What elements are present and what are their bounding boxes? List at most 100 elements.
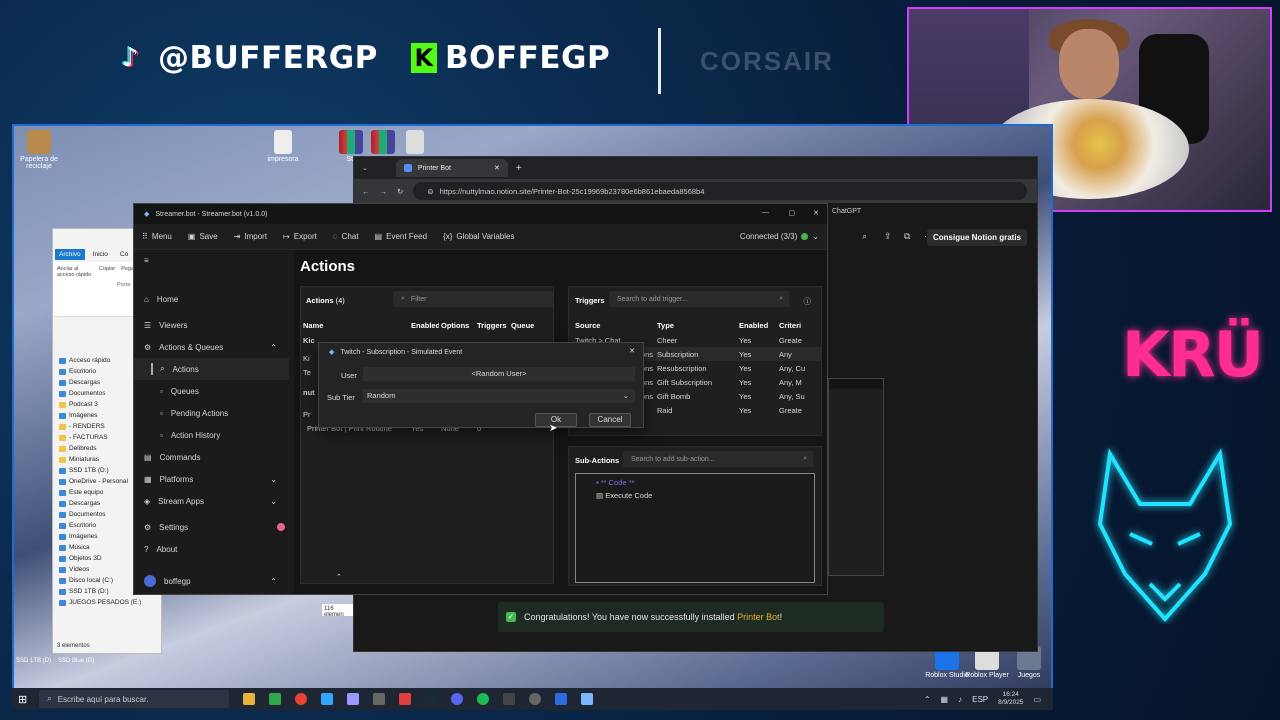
column-header[interactable]: Name xyxy=(301,321,409,330)
column-header[interactable]: Source xyxy=(575,321,657,330)
nav-item-home[interactable]: ⌂ Home xyxy=(134,288,289,310)
sub-tier-select[interactable]: Random ⌄ xyxy=(363,389,635,403)
volume-icon[interactable]: ♪ xyxy=(958,695,962,704)
maximize-icon[interactable]: ▢ xyxy=(788,209,795,217)
nav-item-settings[interactable]: ⚙ Settings xyxy=(134,516,289,538)
streamerbot-shortcut[interactable] xyxy=(390,130,440,156)
export-button[interactable]: ↦ Export xyxy=(283,232,317,241)
network-icon[interactable]: ▦ xyxy=(941,695,949,704)
import-button[interactable]: ⇥ Import xyxy=(234,232,267,241)
steam-icon[interactable] xyxy=(425,693,438,705)
close-icon[interactable]: ✕ xyxy=(813,209,819,217)
chat-button[interactable]: ◌ Chat xyxy=(333,232,359,241)
column-header[interactable]: Criteri xyxy=(779,321,819,330)
reload-icon[interactable]: ↻ xyxy=(397,187,403,196)
xbox-icon[interactable] xyxy=(269,693,282,705)
tray-chevron-icon[interactable]: ⌃ xyxy=(924,695,931,704)
nav-item-actions-queues[interactable]: ⚙ Actions & Queues ⌃ xyxy=(134,336,289,358)
nav-item-pending-actions[interactable]: ▫ Pending Actions xyxy=(134,402,289,424)
explorer-tab-file[interactable]: Archivo xyxy=(55,249,85,260)
explorer-nav-item[interactable]: JUEGOS PESADOS (E:) xyxy=(53,597,161,608)
file-explorer-icon[interactable] xyxy=(243,693,256,705)
language-indicator[interactable]: ESP xyxy=(972,695,988,704)
nav-item-commands[interactable]: ▤ Commands xyxy=(134,446,289,468)
close-icon[interactable]: ✕ xyxy=(629,347,635,355)
tiktok-handle: ♪ @BUFFERGP xyxy=(122,40,378,76)
url-bar[interactable]: ⊜ https://nuttylmao.notion.site/Printer-… xyxy=(413,182,1027,200)
search-icon: ⌕ xyxy=(47,694,52,703)
spotify-icon[interactable] xyxy=(477,693,490,705)
duplicate-icon[interactable]: ⧉ xyxy=(904,231,910,242)
chrome-icon[interactable] xyxy=(295,693,308,705)
printer-bot-link[interactable]: Printer Bot xyxy=(737,612,780,622)
column-header[interactable]: Enabled xyxy=(409,321,439,330)
column-header[interactable]: Type xyxy=(657,321,739,330)
column-header[interactable]: Enabled xyxy=(739,321,779,330)
subaction-search-input[interactable]: Search to add sub-action... ⌕ xyxy=(623,451,813,467)
capcut-icon[interactable] xyxy=(373,693,386,705)
pin-quick-access-button[interactable]: Anclar al acceso rápido xyxy=(57,266,93,278)
app-icon-blue[interactable] xyxy=(555,693,568,705)
simulated-event-dialog: ◆ Twitch - Subscription - Simulated Even… xyxy=(318,342,644,428)
close-tab-icon[interactable]: ✕ xyxy=(494,164,500,172)
app-icon-gray[interactable] xyxy=(529,693,542,705)
global-variables-button[interactable]: {x} Global Variables xyxy=(443,232,514,241)
notifications-icon[interactable]: ▭ xyxy=(1033,695,1041,704)
windows-start-icon[interactable]: ⊞ xyxy=(18,693,27,706)
column-header[interactable]: Queue xyxy=(509,321,539,330)
connection-status[interactable]: Connected (3/3) ⌄ xyxy=(740,232,819,241)
nav-item-viewers[interactable]: ☰ Viewers xyxy=(134,314,289,336)
discord-icon[interactable] xyxy=(451,693,464,705)
table-cell: Gift Subscription xyxy=(657,377,713,387)
streamerbot-taskbar-icon[interactable] xyxy=(581,693,594,705)
triggers-header: Triggers xyxy=(575,296,605,305)
copy-button[interactable]: Copiar xyxy=(99,266,115,278)
nav-item-queues[interactable]: ▫ Queues xyxy=(134,380,289,402)
subaction-item[interactable]: ▤ Execute Code xyxy=(576,487,814,500)
taskbar-search[interactable]: ⌕ Escribe aquí para buscar. xyxy=(39,690,230,708)
tab-menu-icon[interactable]: ⌄ xyxy=(362,164,368,172)
save-button[interactable]: ▣ Save xyxy=(188,232,218,241)
app-icon-red[interactable] xyxy=(399,693,412,705)
user-field[interactable]: <Random User> xyxy=(363,367,635,381)
get-notion-button[interactable]: Consigue Notion gratis xyxy=(927,229,1027,246)
nav-item-actions[interactable]: ⌕ Actions xyxy=(134,358,289,380)
back-icon[interactable]: ← xyxy=(362,187,370,196)
subaction-group[interactable]: ▪ ** Code ** xyxy=(576,474,814,487)
nav-item-about[interactable]: ? About xyxy=(134,538,289,560)
premiere-icon[interactable] xyxy=(347,693,360,705)
forward-icon[interactable]: → xyxy=(380,187,388,196)
share-icon[interactable]: ⇪ xyxy=(884,231,892,242)
trigger-search-input[interactable]: Search to add trigger... ⌕ xyxy=(609,291,789,307)
event-feed-button[interactable]: ▤ Event Feed xyxy=(375,232,427,241)
printer-shortcut[interactable]: impresora xyxy=(258,130,308,163)
cancel-button[interactable]: Cancel xyxy=(589,413,631,427)
obs-icon[interactable] xyxy=(503,693,516,705)
recycle-bin[interactable]: Papelera de reciclaje xyxy=(14,130,64,170)
divider xyxy=(658,28,661,94)
table-cell: Yes xyxy=(739,405,752,415)
resize-handle-icon[interactable]: ⌃ xyxy=(336,573,342,581)
page-title: Actions xyxy=(300,258,356,275)
info-icon[interactable]: ⓘ xyxy=(804,296,812,307)
column-header[interactable]: Options xyxy=(439,321,475,330)
clock[interactable]: 16:24 8/9/2025 xyxy=(998,691,1023,707)
recycle-bin-icon xyxy=(27,130,51,154)
home-icon: ⌂ xyxy=(144,294,149,304)
minimize-icon[interactable]: — xyxy=(762,209,769,216)
user-menu[interactable]: boffegp ⌃ xyxy=(134,570,289,592)
hamburger-icon[interactable]: ≡ xyxy=(134,250,289,272)
nav-item-stream-apps[interactable]: ◈ Stream Apps ⌄ xyxy=(134,490,289,512)
bookmark-chatgpt[interactable]: ChatGPT xyxy=(832,208,861,215)
nav-item-platforms[interactable]: ▦ Platforms ⌄ xyxy=(134,468,289,490)
search-icon[interactable]: ⌕ xyxy=(862,231,867,242)
menu-button[interactable]: ⠿ Menu xyxy=(142,232,172,241)
photoshop-icon[interactable] xyxy=(321,693,334,705)
explorer-tab-share[interactable]: Co xyxy=(116,249,132,260)
new-tab-icon[interactable]: + xyxy=(516,163,522,174)
filter-input[interactable]: ⌕ Filter xyxy=(393,291,553,307)
browser-tab[interactable]: Printer Bot ✕ xyxy=(395,159,508,177)
column-header[interactable]: Triggers xyxy=(475,321,509,330)
nav-item-action-history[interactable]: ▫ Action History xyxy=(134,424,289,446)
explorer-tab-home[interactable]: Inicio xyxy=(89,249,112,260)
